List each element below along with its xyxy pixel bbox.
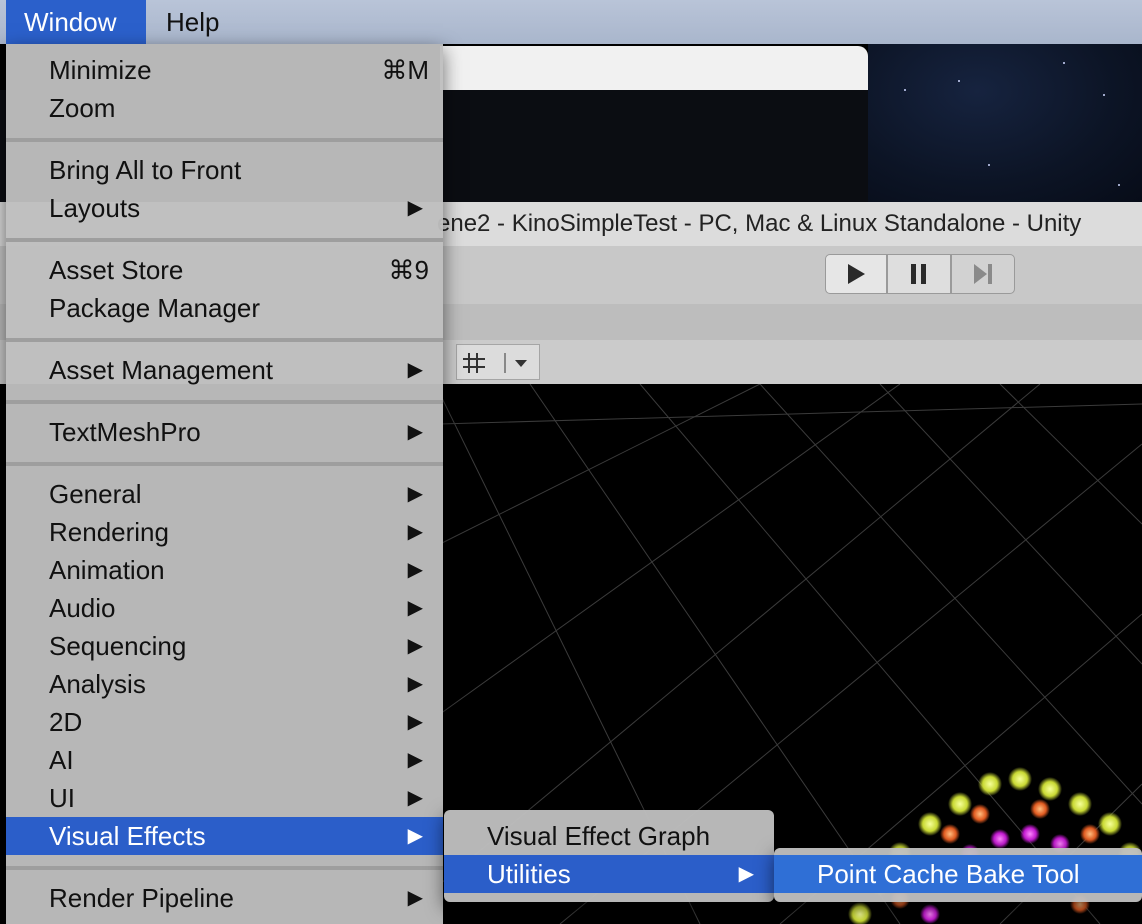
submenu-arrow-icon: ▶ xyxy=(407,197,423,219)
step-icon xyxy=(974,264,992,284)
gizmos-dropdown[interactable] xyxy=(456,344,540,380)
submenu-arrow-icon: ▶ xyxy=(407,559,423,581)
unity-window-title: ene2 - KinoSimpleTest - PC, Mac & Linux … xyxy=(437,210,1082,237)
grid-snap-icon xyxy=(463,353,527,373)
menubar-help[interactable]: Help xyxy=(148,0,237,44)
submenu-arrow-icon: ▶ xyxy=(407,635,423,657)
background-window-titlebar xyxy=(440,46,868,90)
menu-item-label: UI xyxy=(49,783,75,813)
submenu-arrow-icon: ▶ xyxy=(738,863,754,885)
menu-item-label: Point Cache Bake Tool xyxy=(817,859,1080,889)
menu-item-zoom[interactable]: Zoom xyxy=(6,89,443,127)
menu-item-utilities[interactable]: Utilities ▶ xyxy=(444,855,774,893)
menu-item-label: AI xyxy=(49,745,74,775)
menu-separator xyxy=(6,238,443,242)
visual-effects-submenu: Visual Effect Graph Utilities ▶ xyxy=(444,810,774,902)
menu-item-label: Animation xyxy=(49,555,165,585)
menu-item-label: Zoom xyxy=(49,93,116,123)
menu-item-label: Layouts xyxy=(49,193,141,223)
menu-item-label: Sequencing xyxy=(49,631,187,661)
menu-item-ai[interactable]: AI ▶ xyxy=(6,741,443,779)
menu-item-textmeshpro[interactable]: TextMeshPro ▶ xyxy=(6,413,443,451)
menu-item-label: Rendering xyxy=(49,517,169,547)
menu-separator xyxy=(6,138,443,142)
submenu-arrow-icon: ▶ xyxy=(407,483,423,505)
submenu-arrow-icon: ▶ xyxy=(407,421,423,443)
menu-separator xyxy=(6,400,443,404)
menu-item-label: 2D xyxy=(49,707,83,737)
background-space-image xyxy=(868,44,1142,202)
shortcut-label: ⌘M xyxy=(381,55,429,85)
menu-item-label: Audio xyxy=(49,593,116,623)
submenu-arrow-icon: ▶ xyxy=(407,597,423,619)
menu-item-package-manager[interactable]: Package Manager xyxy=(6,289,443,327)
submenu-arrow-icon: ▶ xyxy=(407,749,423,771)
menu-item-label: Visual Effects xyxy=(49,821,206,851)
menu-item-asset-management[interactable]: Asset Management ▶ xyxy=(6,351,443,389)
menu-item-2d[interactable]: 2D ▶ xyxy=(6,703,443,741)
submenu-arrow-icon: ▶ xyxy=(407,825,423,847)
menu-separator xyxy=(6,462,443,466)
menu-item-label: Visual Effect Graph xyxy=(487,821,711,851)
menu-separator xyxy=(6,338,443,342)
menu-separator xyxy=(6,866,443,870)
menu-item-analysis[interactable]: Analysis ▶ xyxy=(6,665,443,703)
submenu-arrow-icon: ▶ xyxy=(407,887,423,909)
menu-item-visual-effect-graph[interactable]: Visual Effect Graph xyxy=(444,817,774,855)
menu-item-label: Analysis xyxy=(49,669,146,699)
menu-item-animation[interactable]: Animation ▶ xyxy=(6,551,443,589)
utilities-submenu: Point Cache Bake Tool xyxy=(774,848,1142,902)
menu-item-render-pipeline[interactable]: Render Pipeline ▶ xyxy=(6,879,443,917)
play-button[interactable] xyxy=(825,254,887,294)
menu-bar: Window Help xyxy=(0,0,1142,44)
menu-item-visual-effects[interactable]: Visual Effects ▶ xyxy=(6,817,443,855)
submenu-arrow-icon: ▶ xyxy=(407,521,423,543)
menu-item-ui[interactable]: UI ▶ xyxy=(6,779,443,817)
menu-item-layouts[interactable]: Layouts ▶ xyxy=(6,189,443,227)
window-menu: Minimize ⌘M Zoom Bring All to Front Layo… xyxy=(6,44,443,924)
menu-item-label: Utilities xyxy=(487,859,571,889)
menu-item-minimize[interactable]: Minimize ⌘M xyxy=(6,51,443,89)
chevron-down-icon xyxy=(515,360,527,367)
submenu-arrow-icon: ▶ xyxy=(407,673,423,695)
submenu-arrow-icon: ▶ xyxy=(407,359,423,381)
menubar-window[interactable]: Window xyxy=(6,0,146,44)
play-icon xyxy=(848,264,865,284)
menu-item-label: Asset Management xyxy=(49,355,274,385)
menu-item-label: Bring All to Front xyxy=(49,155,242,185)
menu-item-label: General xyxy=(49,479,142,509)
step-button[interactable] xyxy=(951,254,1015,294)
menu-item-label: Minimize xyxy=(49,55,152,85)
menu-item-point-cache-bake-tool[interactable]: Point Cache Bake Tool xyxy=(774,855,1142,893)
menu-item-audio[interactable]: Audio ▶ xyxy=(6,589,443,627)
menu-item-bring-all-to-front[interactable]: Bring All to Front xyxy=(6,151,443,189)
menu-item-label: TextMeshPro xyxy=(49,417,201,447)
shortcut-label: ⌘9 xyxy=(388,255,429,285)
menu-item-sequencing[interactable]: Sequencing ▶ xyxy=(6,627,443,665)
menu-item-label: Render Pipeline xyxy=(49,883,235,913)
menu-item-rendering[interactable]: Rendering ▶ xyxy=(6,513,443,551)
menu-item-general[interactable]: General ▶ xyxy=(6,475,443,513)
submenu-arrow-icon: ▶ xyxy=(407,787,423,809)
menu-item-asset-store[interactable]: Asset Store ⌘9 xyxy=(6,251,443,289)
pause-button[interactable] xyxy=(887,254,951,294)
menu-item-label: Package Manager xyxy=(49,293,261,323)
pause-icon xyxy=(911,264,926,284)
submenu-arrow-icon: ▶ xyxy=(407,711,423,733)
menu-item-label: Asset Store xyxy=(49,255,184,285)
